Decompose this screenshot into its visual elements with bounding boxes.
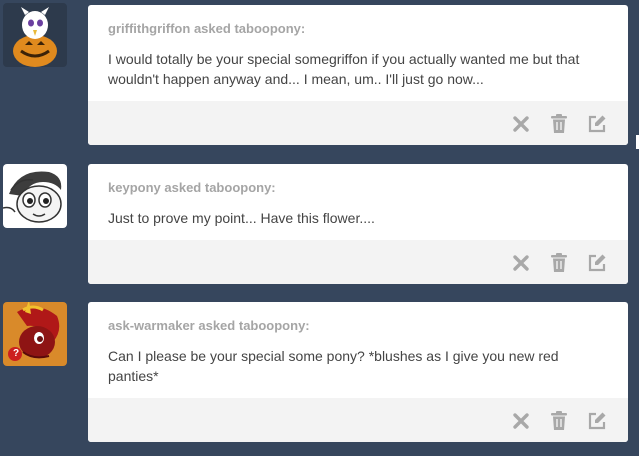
- avatar-badge: ?: [12, 348, 20, 359]
- recipient-name[interactable]: taboopony:: [234, 21, 305, 36]
- edit-icon[interactable]: [585, 251, 609, 275]
- avatar-ask-warmaker[interactable]: ?: [3, 302, 67, 366]
- asker-line: ask-warmaker asked taboopony:: [108, 318, 608, 334]
- avatar-keypony[interactable]: [3, 164, 67, 228]
- asker-line: keypony asked taboopony:: [108, 180, 608, 196]
- question-text: Can I please be your special some pony? …: [108, 348, 559, 384]
- delete-x-icon[interactable]: [509, 251, 533, 275]
- question-text: Just to prove my point... Have this flow…: [108, 210, 375, 226]
- card-footer: [88, 240, 628, 284]
- asked-label: asked: [193, 21, 231, 36]
- question-text: I would totally be your special somegrif…: [108, 51, 580, 87]
- asked-label: asked: [164, 180, 202, 195]
- asker-line: griffithgriffon asked taboopony:: [108, 21, 608, 37]
- card-footer: [88, 398, 628, 442]
- edit-icon[interactable]: [585, 112, 609, 136]
- grey-pony-avatar-icon: [3, 164, 67, 228]
- ask-card-1: griffithgriffon asked taboopony: I would…: [88, 5, 628, 145]
- trash-icon[interactable]: [547, 251, 571, 275]
- asker-name[interactable]: ask-warmaker: [108, 318, 195, 333]
- trash-icon[interactable]: [547, 112, 571, 136]
- post-actions: [509, 251, 609, 275]
- trash-icon[interactable]: [547, 409, 571, 433]
- griffon-pumpkin-avatar-icon: [3, 3, 67, 67]
- card-footer: [88, 101, 628, 145]
- asked-label: asked: [198, 318, 236, 333]
- avatar-griffithgriffon[interactable]: [3, 3, 67, 67]
- delete-x-icon[interactable]: [509, 409, 533, 433]
- asker-name[interactable]: keypony: [108, 180, 161, 195]
- asker-name[interactable]: griffithgriffon: [108, 21, 190, 36]
- post-actions: [509, 409, 609, 433]
- recipient-name[interactable]: taboopony:: [205, 180, 276, 195]
- recipient-name[interactable]: taboopony:: [239, 318, 310, 333]
- ask-card-2: keypony asked taboopony: Just to prove m…: [88, 164, 628, 284]
- ask-card-3: ask-warmaker asked taboopony: Can I plea…: [88, 302, 628, 442]
- delete-x-icon[interactable]: [509, 112, 533, 136]
- post-actions: [509, 112, 609, 136]
- edit-icon[interactable]: [585, 409, 609, 433]
